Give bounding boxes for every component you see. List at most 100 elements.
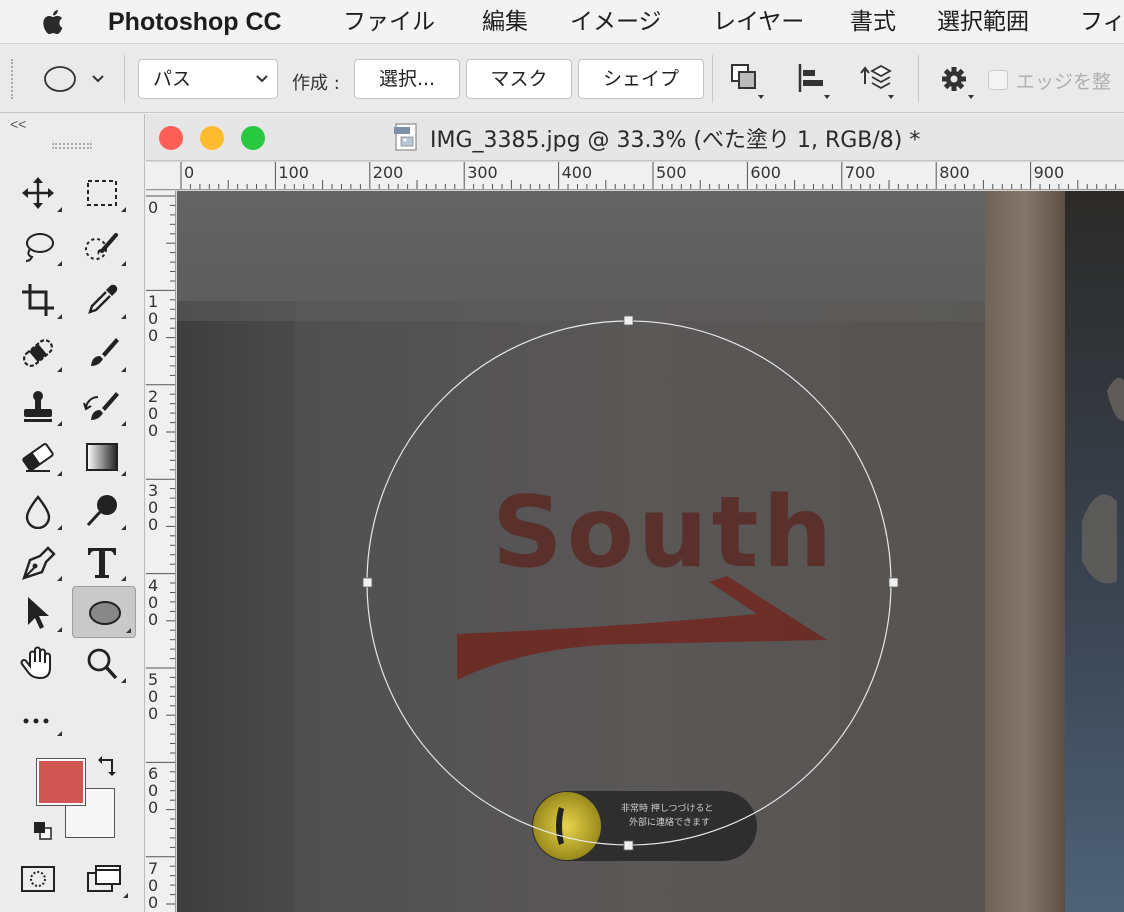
tool-group-indicator bbox=[57, 261, 62, 266]
clone-stamp-tool[interactable] bbox=[10, 384, 66, 430]
menu-layer[interactable]: レイヤー bbox=[713, 0, 804, 44]
hand-tool[interactable] bbox=[10, 641, 66, 687]
quick-mask-icon bbox=[21, 866, 55, 892]
eyedropper-tool[interactable] bbox=[74, 277, 130, 323]
edit-toolbar-button[interactable] bbox=[10, 694, 66, 740]
quick-selection-tool[interactable] bbox=[74, 224, 130, 270]
align-edges-checkbox[interactable] bbox=[988, 70, 1008, 90]
document-title-bar[interactable]: IMG_3385.jpg @ 33.3% (べた塗り 1, RGB/8) * bbox=[146, 114, 1124, 161]
path-alignment-icon bbox=[798, 64, 823, 92]
mode-select[interactable]: パス bbox=[138, 59, 278, 99]
tool-group-indicator bbox=[123, 893, 128, 898]
tool-group-indicator bbox=[57, 576, 62, 581]
settings-button[interactable] bbox=[934, 59, 974, 99]
menu-app-photoshop[interactable]: Photoshop CC bbox=[108, 0, 282, 44]
apple-menu-icon[interactable] bbox=[41, 8, 67, 36]
quick-mask-button[interactable] bbox=[10, 856, 66, 902]
dropdown-indicator bbox=[888, 95, 894, 99]
crop-tool[interactable] bbox=[10, 277, 66, 323]
tool-group-indicator bbox=[57, 627, 62, 632]
zoom-window-button[interactable] bbox=[241, 126, 265, 150]
more-icon bbox=[23, 718, 49, 724]
menu-image[interactable]: イメージ bbox=[570, 0, 662, 44]
collapse-panel-button[interactable]: << bbox=[10, 116, 26, 132]
pen-tool[interactable] bbox=[10, 539, 66, 585]
eraser-tool[interactable] bbox=[10, 434, 66, 480]
brush-icon bbox=[91, 338, 119, 366]
tool-group-indicator bbox=[57, 314, 62, 319]
ruler-label: 200 bbox=[372, 163, 404, 182]
make-mask-button[interactable]: マスク bbox=[466, 59, 572, 99]
move-tool[interactable] bbox=[10, 170, 66, 216]
ruler-label: 0 bbox=[148, 515, 159, 535]
gradient-tool[interactable] bbox=[74, 434, 130, 480]
tool-group-indicator bbox=[126, 628, 131, 633]
crop-icon bbox=[22, 284, 54, 316]
ruler-label: 0 bbox=[148, 798, 159, 818]
swap-colors-icon[interactable] bbox=[96, 754, 120, 778]
zoom-tool[interactable] bbox=[74, 641, 130, 687]
make-shape-button[interactable]: シェイプ bbox=[578, 59, 704, 99]
marquee-icon bbox=[87, 180, 117, 206]
separator bbox=[712, 55, 713, 103]
tool-group-indicator bbox=[121, 471, 126, 476]
menu-file[interactable]: ファイル bbox=[343, 0, 435, 44]
blur-tool[interactable] bbox=[10, 488, 66, 534]
screen-mode-button[interactable] bbox=[76, 856, 132, 902]
menu-filter[interactable]: フィ bbox=[1080, 0, 1124, 44]
path-selection-tool[interactable] bbox=[10, 590, 66, 636]
path-alignment-button[interactable] bbox=[792, 59, 832, 99]
tools-panel-grip[interactable] bbox=[52, 143, 92, 149]
tool-group-indicator bbox=[57, 367, 62, 372]
rectangular-marquee-tool[interactable] bbox=[74, 170, 130, 216]
image-canvas[interactable]: South 非常時 押しつづけると 外部に連絡できます bbox=[177, 191, 1124, 912]
options-bar-grip[interactable] bbox=[11, 59, 14, 99]
tool-group-indicator bbox=[57, 471, 62, 476]
vertical-ruler[interactable]: 0100200300400500600700 bbox=[146, 191, 176, 912]
ruler-label: 500 bbox=[656, 163, 687, 182]
dropdown-indicator bbox=[824, 95, 830, 99]
ruler-label: 0 bbox=[148, 704, 159, 723]
type-tool[interactable] bbox=[74, 539, 130, 585]
pen-icon bbox=[22, 546, 56, 580]
brush-tool[interactable] bbox=[74, 330, 130, 376]
dodge-tool[interactable] bbox=[74, 488, 130, 534]
menu-edit[interactable]: 編集 bbox=[482, 0, 528, 44]
gradient-icon bbox=[86, 443, 118, 471]
emergency-text-line1: 非常時 押しつづけると bbox=[621, 804, 714, 814]
ellipse-icon bbox=[89, 601, 121, 625]
stamp-icon bbox=[24, 391, 52, 422]
menu-select[interactable]: 選択範囲 bbox=[937, 0, 1029, 44]
ruler-label: 300 bbox=[467, 163, 498, 182]
ellipse-tool[interactable] bbox=[72, 586, 136, 638]
dropdown-indicator bbox=[968, 95, 974, 99]
tool-group-indicator bbox=[57, 421, 62, 426]
tool-group-indicator bbox=[57, 207, 62, 212]
type-icon bbox=[88, 548, 116, 578]
mode-select-value: パス bbox=[153, 68, 192, 90]
spot-healing-brush-tool[interactable] bbox=[10, 330, 66, 376]
bandage-icon bbox=[23, 339, 53, 367]
tool-preset-picker[interactable] bbox=[38, 57, 114, 101]
tool-group-indicator bbox=[121, 261, 126, 266]
minimize-window-button[interactable] bbox=[200, 126, 224, 150]
eyedropper-icon bbox=[88, 284, 118, 314]
history-brush-tool[interactable] bbox=[74, 384, 130, 430]
tool-group-indicator bbox=[121, 678, 126, 683]
path-arrangement-button[interactable] bbox=[856, 59, 896, 99]
default-colors-icon[interactable] bbox=[32, 820, 54, 842]
eraser-icon bbox=[22, 443, 54, 472]
horizontal-ruler[interactable]: 0 100 200 300 400 500 600 700 800 900 bbox=[146, 162, 1124, 190]
ruler-label: 0 bbox=[148, 326, 159, 346]
menu-type[interactable]: 書式 bbox=[850, 0, 896, 44]
foreground-color-swatch[interactable] bbox=[36, 758, 86, 806]
lasso-tool[interactable] bbox=[10, 224, 66, 270]
document-title: IMG_3385.jpg @ 33.3% (べた塗り 1, RGB/8) * bbox=[430, 128, 921, 153]
make-selection-button[interactable]: 選択... bbox=[354, 59, 460, 99]
dropdown-indicator bbox=[758, 95, 764, 99]
path-operations-button[interactable] bbox=[726, 59, 766, 99]
drop-icon bbox=[25, 495, 51, 529]
close-window-button[interactable] bbox=[159, 126, 183, 150]
arrow-pointer-icon bbox=[28, 597, 49, 629]
ruler-label: 900 bbox=[1033, 163, 1065, 182]
